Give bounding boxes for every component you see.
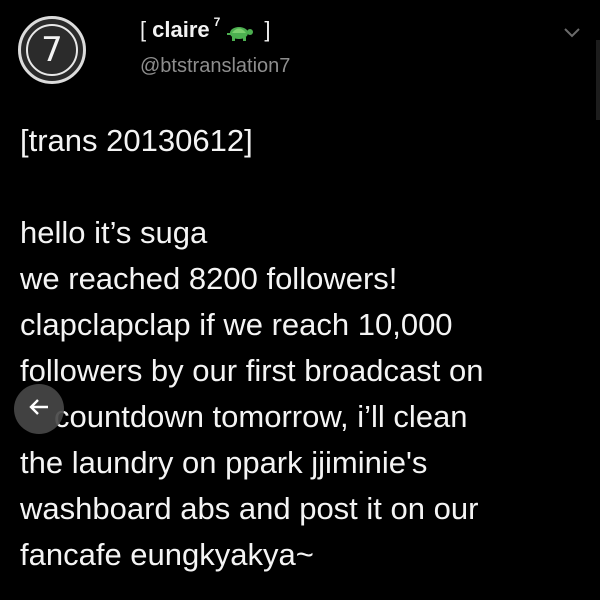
user-handle[interactable]: @btstranslation7 (140, 55, 290, 78)
tweet-body: [trans 20130612] hello it’s suga we reac… (20, 118, 590, 578)
arrow-left-icon (28, 398, 50, 421)
name-superscript: 7 (213, 15, 221, 29)
avatar[interactable]: 7 (18, 16, 86, 84)
chevron-down-icon[interactable] (562, 26, 582, 40)
tweet-line: [trans 20130612] (20, 123, 253, 158)
display-name[interactable]: [ claire 7 ] (140, 15, 271, 43)
avatar-number: 7 (26, 24, 78, 76)
tweet-line: washboard abs and post it on our (20, 491, 479, 526)
tweet-card: 7 [ claire 7 ] @btstranslation7 [trans 2… (0, 0, 600, 600)
name-open-bracket: [ (140, 17, 147, 42)
tweet-line: countdown tomorrow, i’ll clean (54, 399, 468, 434)
scrollbar[interactable] (596, 40, 600, 120)
tweet-line: the laundry on ppark jjiminie's (20, 445, 428, 480)
name-text: claire (152, 17, 210, 42)
back-button[interactable] (14, 384, 64, 434)
tweet-line: followers by our first broadcast on (20, 353, 484, 388)
tweet-line: clapclapclap if we reach 10,000 (20, 307, 453, 342)
name-close-bracket: ] (264, 17, 271, 42)
tweet-line: we reached 8200 followers! (20, 261, 398, 296)
tweet-line: hello it’s suga (20, 215, 208, 250)
tweet-line-blank (20, 164, 590, 210)
tweet-line: fancafe eungkyakya~ (20, 537, 314, 572)
turtle-emoji-icon (226, 22, 254, 42)
